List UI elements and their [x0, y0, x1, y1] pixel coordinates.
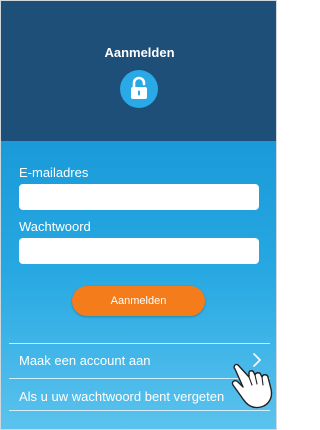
divider [9, 343, 270, 344]
password-field[interactable] [19, 238, 259, 264]
email-field[interactable] [19, 184, 259, 210]
login-screen: Aanmelden E-mailadres Wachtwoord Aanmeld… [0, 0, 277, 430]
create-account-label: Maak een account aan [19, 353, 151, 368]
pointing-hand-icon [229, 361, 276, 416]
forgot-password-label: Als u uw wachtwoord bent vergeten [19, 389, 225, 404]
header: Aanmelden [1, 1, 276, 141]
page-title: Aanmelden [104, 45, 175, 60]
login-button[interactable]: Aanmelden [72, 286, 205, 316]
email-label: E-mailadres [19, 165, 89, 180]
password-label: Wachtwoord [19, 219, 91, 234]
unlock-icon [120, 70, 158, 108]
